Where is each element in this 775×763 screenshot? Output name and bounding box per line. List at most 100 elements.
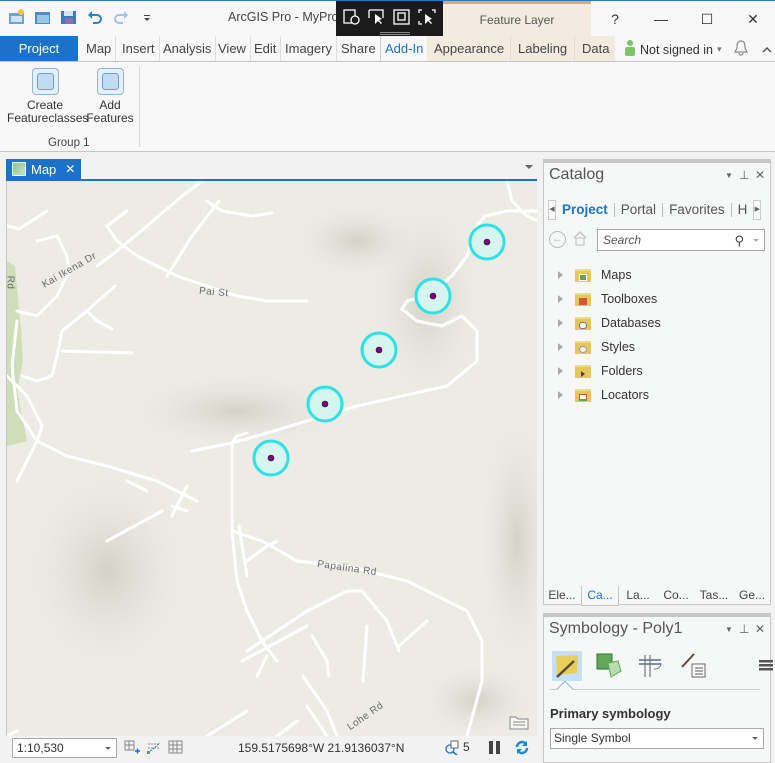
dock-tab-element[interactable]: Ele... <box>543 586 581 606</box>
feature-point[interactable] <box>306 385 344 423</box>
map-view-tab[interactable]: Map ✕ <box>6 159 81 179</box>
add-features-button[interactable]: Add Features <box>86 68 134 125</box>
selected-tab-caret <box>556 680 574 698</box>
minimize-button[interactable]: — <box>638 1 684 37</box>
maximize-button[interactable]: ☐ <box>684 1 730 37</box>
catalog-tab-favorites[interactable]: Favorites <box>663 203 732 217</box>
notifications-icon[interactable] <box>733 40 748 59</box>
zoom-full-extent-icon[interactable] <box>393 9 411 25</box>
select-icon[interactable] <box>368 9 386 25</box>
feature-point[interactable] <box>252 439 290 477</box>
snapping-icon[interactable] <box>146 740 162 755</box>
tab-add-in[interactable]: Add-In <box>380 36 429 61</box>
close-map-tab-icon[interactable]: ✕ <box>65 162 75 176</box>
catalog-item-maps[interactable]: Maps <box>554 263 661 287</box>
catalog-tabs-left-arrow[interactable]: ◀ <box>548 200 556 220</box>
primary-symbology-tab-icon[interactable] <box>552 651 582 681</box>
customize-qat-icon[interactable] <box>138 9 156 25</box>
map-legend-toggle-icon[interactable] <box>509 714 529 730</box>
tab-insert[interactable]: Insert <box>118 36 160 61</box>
dock-tab-contents[interactable]: Co... <box>657 586 695 606</box>
back-icon[interactable]: ← <box>549 231 566 248</box>
select-by-rectangle-icon[interactable] <box>417 9 436 25</box>
tab-share[interactable]: Share <box>337 36 381 61</box>
catalog-close-icon[interactable]: ✕ <box>755 168 765 182</box>
primary-symbology-dropdown-icon <box>752 737 758 740</box>
create-featureclasses-button[interactable]: Create Featureclasses <box>7 68 88 125</box>
catalog-search-input[interactable]: Search ⚲ <box>597 229 765 251</box>
explore-icon[interactable] <box>343 9 361 25</box>
search-options-dropdown-icon[interactable] <box>753 239 759 242</box>
add-bookmark-extent-icon[interactable] <box>124 740 140 755</box>
sign-in-status[interactable]: Not signed in ▾ <box>624 40 772 59</box>
dock-tab-layout[interactable]: La... <box>619 586 657 606</box>
pane-menu-icon[interactable] <box>525 165 533 169</box>
point-marker <box>375 346 383 354</box>
map-icon <box>12 162 26 176</box>
home-icon[interactable] <box>572 230 588 249</box>
tab-analysis[interactable]: Analysis <box>159 36 217 61</box>
catalog-item-folders[interactable]: Folders <box>554 359 661 383</box>
selected-features-icon[interactable] <box>444 740 460 756</box>
locators-folder-icon <box>575 388 591 402</box>
tab-project[interactable]: Project <box>0 36 78 61</box>
catalog-pin-icon[interactable]: ⊥ <box>739 168 749 182</box>
catalog-tabs-right-arrow[interactable]: ▶ <box>753 200 762 220</box>
tab-imagery[interactable]: Imagery <box>281 36 337 61</box>
dock-tab-geoprocessing[interactable]: Ge... <box>733 586 771 606</box>
catalog-item-toolboxes[interactable]: Toolboxes <box>554 287 661 311</box>
folders-folder-icon <box>575 364 591 378</box>
expand-icon[interactable] <box>558 295 563 303</box>
tab-appearance[interactable]: Appearance <box>427 36 511 61</box>
new-project-icon[interactable] <box>8 9 26 25</box>
tab-view[interactable]: View <box>214 36 251 61</box>
catalog-item-label: Locators <box>601 388 649 402</box>
expand-icon[interactable] <box>558 343 563 351</box>
tab-edit[interactable]: Edit <box>250 36 282 61</box>
feature-point[interactable] <box>414 277 452 315</box>
tab-map[interactable]: Map <box>82 36 117 61</box>
dock-tabs: Ele... Ca... La... Co... Tas... Ge... <box>543 586 771 606</box>
map-canvas[interactable]: Kai Ikena Dr Pai St Papalina Rd Lohe Rd … <box>6 181 537 736</box>
feature-point[interactable] <box>468 223 506 261</box>
expand-icon[interactable] <box>558 319 563 327</box>
symbology-options-icon[interactable]: ▼ <box>725 625 733 634</box>
catalog-tab-portal[interactable]: Portal <box>615 203 664 217</box>
expand-icon[interactable] <box>558 367 563 375</box>
refresh-button[interactable] <box>514 740 530 755</box>
help-button[interactable]: ? <box>592 1 638 37</box>
vary-symbology-tab-icon[interactable] <box>636 651 666 681</box>
symbology-pin-icon[interactable]: ⊥ <box>739 622 749 636</box>
open-project-icon[interactable] <box>34 9 52 25</box>
catalog-tab-history[interactable]: H <box>732 203 754 217</box>
catalog-item-styles[interactable]: Styles <box>554 335 661 359</box>
dock-tab-catalog[interactable]: Ca... <box>581 586 619 606</box>
symbol-layers-tab-icon[interactable] <box>594 651 624 681</box>
symbology-properties-tab-icon[interactable] <box>678 651 708 681</box>
expand-icon[interactable] <box>558 271 563 279</box>
search-icon[interactable]: ⚲ <box>734 231 744 251</box>
close-button[interactable]: ✕ <box>730 1 775 37</box>
primary-symbology-select[interactable]: Single Symbol <box>550 728 764 749</box>
feature-point[interactable] <box>360 331 398 369</box>
undo-icon[interactable] <box>86 9 104 25</box>
collapse-ribbon-icon[interactable] <box>761 43 772 57</box>
catalog-options-icon[interactable]: ▼ <box>725 171 733 180</box>
symbology-close-icon[interactable]: ✕ <box>755 622 765 636</box>
dock-tab-tasks[interactable]: Tas... <box>695 586 733 606</box>
pause-drawing-button[interactable] <box>486 740 502 755</box>
toolbar-grip[interactable] <box>380 32 410 35</box>
tab-labeling[interactable]: Labeling <box>511 36 575 61</box>
symbology-menu-icon[interactable] <box>758 658 774 675</box>
title-bar: ArcGIS Pro - MyProje Feature Layer ? — ☐… <box>0 0 775 39</box>
catalog-item-locators[interactable]: Locators <box>554 383 661 407</box>
catalog-item-databases[interactable]: Databases <box>554 311 661 335</box>
save-project-icon[interactable] <box>60 9 78 25</box>
redo-icon[interactable] <box>112 9 130 25</box>
catalog-tab-project[interactable]: Project <box>556 203 615 217</box>
grid-icon[interactable] <box>168 740 184 755</box>
scale-selector[interactable]: 1:10,530 <box>12 738 117 758</box>
styles-folder-icon <box>575 340 591 354</box>
expand-icon[interactable] <box>558 391 563 399</box>
tab-data[interactable]: Data <box>575 36 615 61</box>
